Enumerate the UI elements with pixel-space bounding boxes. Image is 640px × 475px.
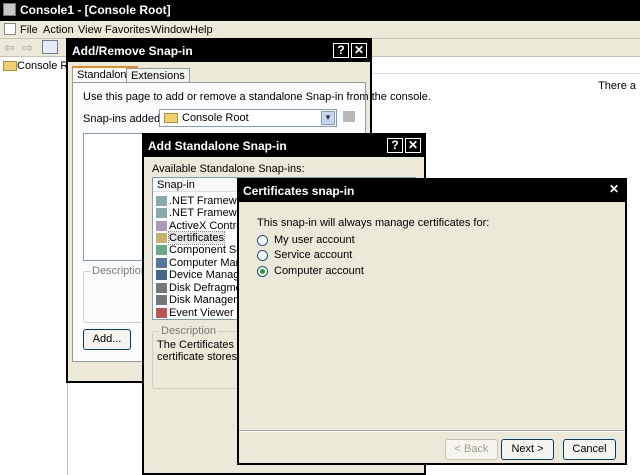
list-item-label: Event Viewer <box>169 307 234 319</box>
close-icon[interactable]: ✕ <box>351 43 367 58</box>
menu-action[interactable]: Action <box>43 24 74 36</box>
gear-icon <box>156 196 167 206</box>
folder-icon <box>164 113 178 123</box>
list-item-label: ActiveX Control <box>169 220 245 232</box>
cancel-button[interactable]: Cancel <box>563 439 616 460</box>
dialog-title-bar: Certificates snap-in ✕ <box>239 180 625 202</box>
radio-button-selected[interactable] <box>257 266 268 277</box>
available-snapins-label: Available Standalone Snap-ins: <box>152 163 305 175</box>
document-icon <box>4 23 16 35</box>
component-icon <box>156 245 167 255</box>
menu-bar: File Action View Favorites Window Help <box>0 21 640 39</box>
gear-icon <box>156 208 167 218</box>
forward-arrow-icon[interactable]: ⇨ <box>22 40 33 56</box>
disk-icon <box>156 283 167 293</box>
separator <box>239 430 625 432</box>
radio-label: My user account <box>274 234 355 246</box>
close-icon[interactable]: ✕ <box>405 138 421 153</box>
main-title-bar: Console1 - [Console Root] <box>0 0 640 21</box>
result-pane-text: There a <box>598 80 636 92</box>
dialog-title-bar: Add/Remove Snap-in ? ✕ <box>68 40 370 62</box>
menu-window[interactable]: Window <box>151 24 190 36</box>
radio-button[interactable] <box>257 235 268 246</box>
dialog-title: Add Standalone Snap-in <box>148 139 287 153</box>
dropdown-value: Console Root <box>182 112 249 124</box>
disk-icon <box>156 295 167 305</box>
tree-item-console-root[interactable]: Console Root <box>0 58 84 74</box>
back-button[interactable]: < Back <box>445 439 498 460</box>
up-level-icon[interactable] <box>343 111 355 122</box>
dialog-title: Add/Remove Snap-in <box>72 44 193 58</box>
help-icon[interactable]: ? <box>387 138 403 153</box>
certificates-snapin-dialog: Certificates snap-in ✕ This snap-in will… <box>237 178 627 465</box>
menu-help[interactable]: Help <box>190 24 213 36</box>
close-icon[interactable]: ✕ <box>606 183 622 198</box>
description-label: Description <box>90 265 150 277</box>
column-header-snapin: Snap-in <box>157 179 195 191</box>
radio-label: Service account <box>274 249 353 261</box>
device-icon <box>156 270 167 280</box>
add-button[interactable]: Add... <box>83 329 131 350</box>
show-hide-tree-icon[interactable] <box>42 40 58 54</box>
snapins-added-dropdown[interactable]: Console Root ▼ <box>159 109 337 127</box>
list-item-label: Certificates <box>167 231 226 245</box>
help-icon[interactable]: ? <box>333 43 349 58</box>
menu-favorites[interactable]: Favorites <box>105 24 150 36</box>
computer-icon <box>156 258 167 268</box>
event-icon <box>156 308 167 318</box>
instruction-text: Use this page to add or remove a standal… <box>83 91 431 103</box>
main-window-title: Console1 - [Console Root] <box>20 3 171 17</box>
chevron-down-icon[interactable]: ▼ <box>321 111 335 125</box>
next-button[interactable]: Next > <box>501 439 554 460</box>
folder-icon <box>3 61 17 71</box>
description-label: Description <box>159 325 219 337</box>
dialog-title-bar: Add Standalone Snap-in ? ✕ <box>144 135 424 157</box>
radio-button[interactable] <box>257 250 268 261</box>
console-app-icon <box>3 3 16 16</box>
back-arrow-icon[interactable]: ⇦ <box>4 40 15 56</box>
dialog-title: Certificates snap-in <box>243 184 355 198</box>
intro-text: This snap-in will always manage certific… <box>257 217 490 229</box>
radio-label: Computer account <box>274 265 364 277</box>
console-tree: Console Root <box>0 58 84 475</box>
menu-view[interactable]: View <box>78 24 102 36</box>
certificate-icon <box>156 233 167 243</box>
menu-file[interactable]: File <box>20 24 38 36</box>
control-icon <box>156 221 167 231</box>
